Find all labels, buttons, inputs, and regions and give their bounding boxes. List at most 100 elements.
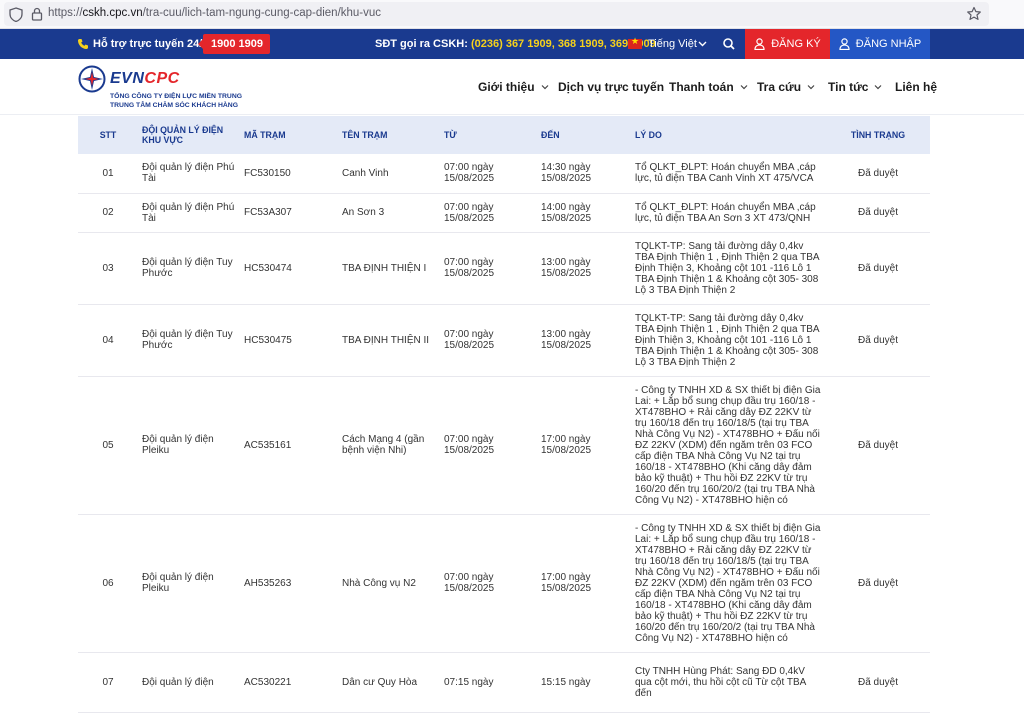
user-icon (754, 38, 765, 50)
chevron-down-icon[interactable] (698, 39, 707, 48)
cell-unit: Đội quản lý điện Tuy Phước (138, 232, 240, 305)
cell-stt: 02 (78, 193, 138, 233)
table-row: 06 Đội quản lý điện Pleiku AH535263 Nhà … (78, 514, 930, 653)
cell-station-code: AC530221 (240, 652, 338, 713)
user-icon (839, 38, 850, 50)
column-header-from: TỪ (444, 130, 457, 140)
nav-item-lien-he[interactable]: Liên hệ (895, 80, 937, 94)
nav-item-dich-vu-truc-tuyen[interactable]: Dịch vụ trực tuyến (558, 80, 664, 94)
column-header-stt: STT (99, 130, 117, 140)
table-row: 05 Đội quản lý điện Pleiku AC535161 Cách… (78, 376, 930, 515)
outage-schedule-table-container: STT ĐỘI QUẢN LÝ ĐIỆN KHU VỰC MÃ TRẠM TÊN… (78, 116, 930, 713)
cell-reason: Tổ QLKT_ĐLPT: Hoán chuyển MBA ,cáp lực, … (631, 193, 826, 233)
cell-station-code: HC530475 (240, 304, 338, 377)
cell-from: 07:00 ngày 15/08/2025 (440, 304, 537, 377)
outage-schedule-table: STT ĐỘI QUẢN LÝ ĐIỆN KHU VỰC MÃ TRẠM TÊN… (78, 116, 930, 713)
cell-station-code: AH535263 (240, 514, 338, 653)
cell-to: 13:00 ngày 15/08/2025 (537, 232, 631, 305)
table-row: 02 Đội quản lý điện Phú Tài FC53A307 An … (78, 193, 930, 233)
top-contact-bar: Hỗ trợ trực tuyến 24/7: 1900 1909 SĐT gọ… (0, 29, 1024, 59)
cell-station-name: TBA ĐỊNH THIỆN I (338, 232, 440, 305)
cell-to: 17:00 ngày 15/08/2025 (537, 376, 631, 515)
login-button[interactable]: ĐĂNG NHẬP (830, 29, 930, 59)
cell-unit: Đội quản lý điện (138, 652, 240, 713)
nav-item-label: Liên hệ (895, 80, 938, 94)
cell-from: 07:00 ngày 15/08/2025 (440, 514, 537, 653)
column-header-unit: ĐỘI QUẢN LÝ ĐIỆN KHU VỰC (142, 125, 224, 145)
cell-reason: Cty TNHH Hùng Phát: Sang ĐD 0,4kV qua cộ… (631, 652, 826, 713)
cell-from: 07:00 ngày 15/08/2025 (440, 232, 537, 305)
logo-brand-cpc: CPC (144, 70, 180, 87)
cell-from: 07:00 ngày 15/08/2025 (440, 193, 537, 233)
cell-stt: 03 (78, 232, 138, 305)
cell-status: Đã duyệt (826, 232, 930, 305)
nav-item-gioi-thieu[interactable]: Giới thiệu (478, 80, 549, 94)
nav-item-thanh-toan[interactable]: Thanh toán (669, 80, 748, 94)
hotline-number[interactable]: 1900 1909 (198, 34, 270, 54)
nav-item-label: Giới thiệu (478, 80, 535, 94)
cell-status: Đã duyệt (826, 514, 930, 653)
column-header-reason: LÝ DO (635, 130, 662, 140)
cell-reason: - Công ty TNHH XD & SX thiết bị điện Gia… (631, 376, 826, 515)
cell-to: 14:30 ngày 15/08/2025 (537, 154, 631, 194)
table-body: 01 Đội quản lý điện Phú Tài FC530150 Can… (78, 154, 930, 713)
hotline-label: Hỗ trợ trực tuyến 24/7: (93, 38, 213, 50)
url-scheme: https:// (48, 7, 83, 19)
nav-item-tra-cuu[interactable]: Tra cứu (757, 80, 815, 94)
cell-stt: 07 (78, 652, 138, 713)
chevron-down-icon (740, 85, 748, 90)
cell-unit: Đội quản lý điện Tuy Phước (138, 304, 240, 377)
chevron-down-icon (807, 85, 815, 90)
cell-to: 13:00 ngày 15/08/2025 (537, 304, 631, 377)
chevron-down-icon (541, 85, 548, 90)
column-header-station-name: TÊN TRẠM (342, 130, 388, 140)
cskh-phone-info: SĐT gọi ra CSKH: (0236) 367 1909, 368 19… (375, 38, 656, 50)
lock-icon[interactable] (31, 7, 43, 21)
cell-status: Đã duyệt (826, 652, 930, 713)
url-text[interactable]: https://cskh.cpc.vn/tra-cuu/lich-tam-ngu… (48, 7, 381, 19)
cell-from: 07:00 ngày 15/08/2025 (440, 154, 537, 194)
cell-reason: Tổ QLKT_ĐLPT: Hoán chuyển MBA ,cáp lực, … (631, 154, 826, 194)
column-header-to: ĐẾN (541, 130, 560, 140)
nav-item-label: Tra cứu (757, 80, 802, 94)
cell-unit: Đội quản lý điện Phú Tài (138, 154, 240, 194)
register-button[interactable]: ĐĂNG KÝ (745, 29, 830, 59)
cell-status: Đã duyệt (826, 304, 930, 377)
cell-reason: - Công ty TNHH XD & SX thiết bị điện Gia… (631, 514, 826, 653)
cell-station-name: TBA ĐỊNH THIỆN II (338, 304, 440, 377)
table-row: 03 Đội quản lý điện Tuy Phước HC530474 T… (78, 232, 930, 305)
language-selector[interactable]: Tiếng Việt (648, 38, 697, 50)
shield-icon[interactable] (9, 7, 23, 22)
nav-item-label: Dịch vụ trực tuyến (558, 80, 665, 94)
cell-stt: 01 (78, 154, 138, 194)
cell-station-code: FC530150 (240, 154, 338, 194)
table-header: STT ĐỘI QUẢN LÝ ĐIỆN KHU VỰC MÃ TRẠM TÊN… (78, 116, 930, 154)
nav-item-label: Tin tức (828, 80, 869, 94)
cell-unit: Đội quản lý điện Pleiku (138, 376, 240, 515)
table-row: 07 Đội quản lý điện AC530221 Dân cư Quy … (78, 652, 930, 713)
cell-stt: 06 (78, 514, 138, 653)
evncpc-logo[interactable]: EVNCPC TỔNG CÔNG TY ĐIỆN LỰC MIỀN TRUNG … (78, 65, 278, 111)
cell-station-code: FC53A307 (240, 193, 338, 233)
nav-item-tin-tuc[interactable]: Tin tức (828, 80, 882, 94)
bookmark-star-icon[interactable] (966, 6, 982, 22)
cell-stt: 05 (78, 376, 138, 515)
cell-status: Đã duyệt (826, 193, 930, 233)
cell-station-name: Cách Mạng 4 (gần bệnh viện Nhi) (338, 376, 440, 515)
cell-station-code: HC530474 (240, 232, 338, 305)
login-label: ĐĂNG NHẬP (855, 38, 922, 50)
phone-icon (78, 39, 88, 49)
chevron-down-icon (875, 85, 882, 90)
cell-from: 07:15 ngày (440, 652, 537, 713)
logo-brand: EVNCPC (110, 70, 180, 88)
vietnam-flag-icon (628, 36, 642, 49)
cell-from: 07:00 ngày 15/08/2025 (440, 376, 537, 515)
cell-unit: Đội quản lý điện Pleiku (138, 514, 240, 653)
search-icon[interactable] (718, 34, 740, 54)
cell-reason: TQLKT-TP: Sang tải đường dây 0,4kv TBA Đ… (631, 232, 826, 305)
cell-stt: 04 (78, 304, 138, 377)
cell-to: 14:00 ngày 15/08/2025 (537, 193, 631, 233)
cell-station-name: An Sơn 3 (338, 193, 440, 233)
table-row: 01 Đội quản lý điện Phú Tài FC530150 Can… (78, 154, 930, 194)
evn-logo-mark-icon (78, 65, 106, 93)
